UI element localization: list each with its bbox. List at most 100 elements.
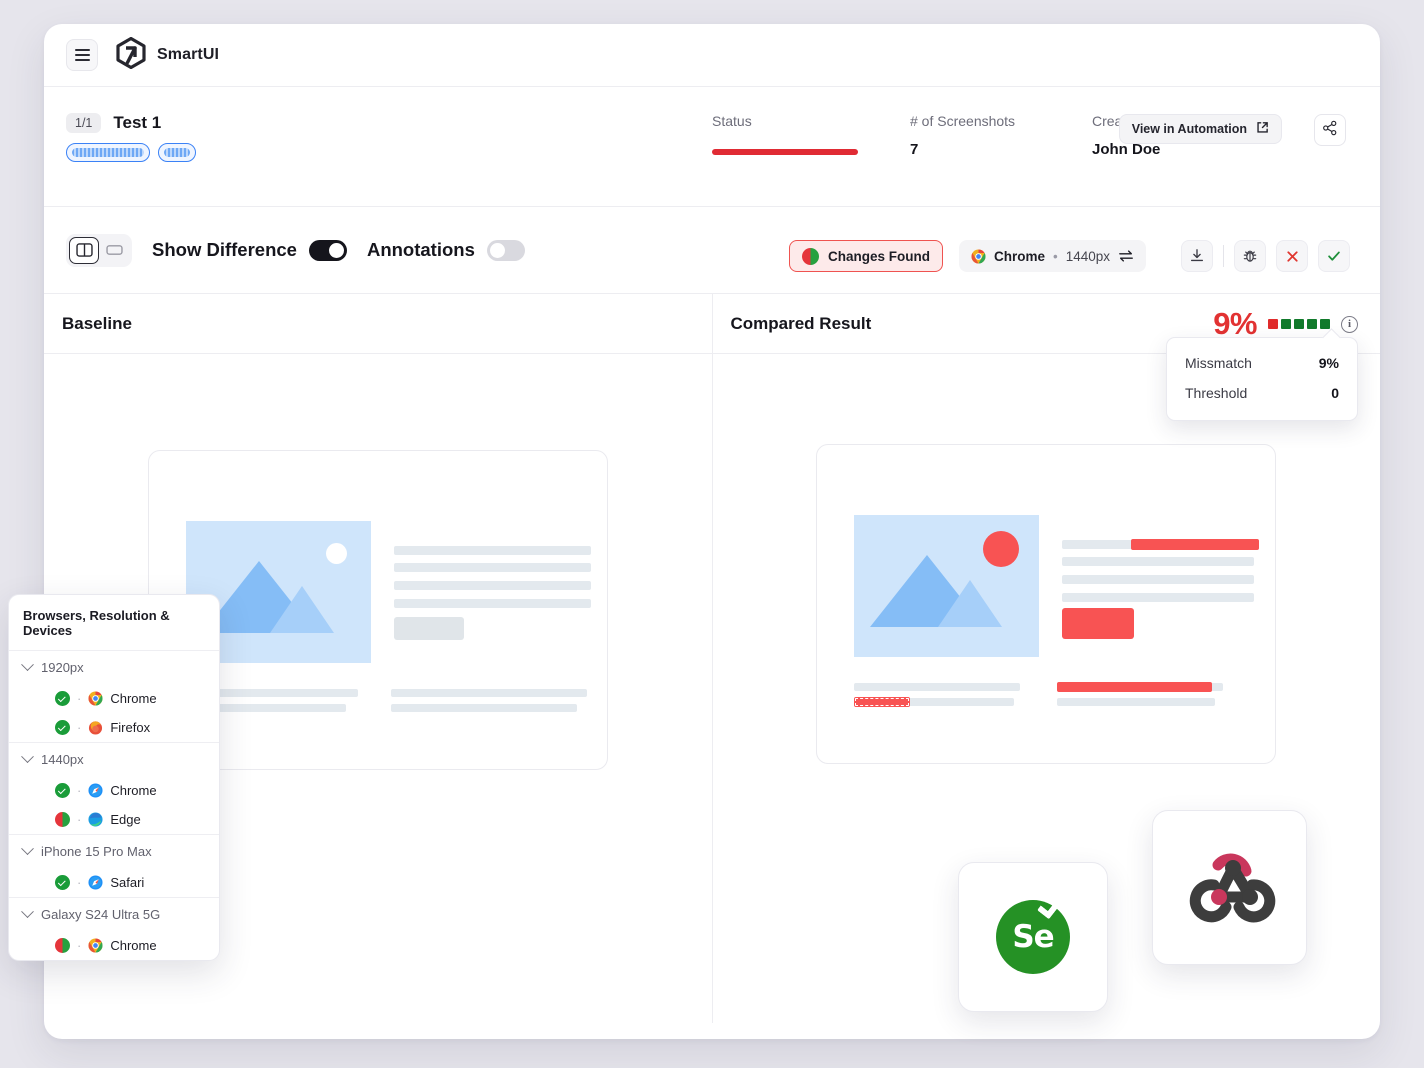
diff-highlight-footer: [854, 697, 911, 707]
info-icon[interactable]: i: [1341, 315, 1358, 333]
baseline-text-line: [393, 581, 591, 590]
browser-item-label: Chrome: [110, 938, 157, 953]
separator-dot: ·: [77, 691, 82, 706]
safari-icon: [88, 783, 103, 798]
redacted-tag-2[interactable]: [158, 143, 196, 162]
chevron-down-icon: [21, 658, 34, 672]
browser-resolution-select[interactable]: Chrome • 1440px: [958, 240, 1146, 272]
browser-group-label: 1920px: [41, 660, 84, 675]
redacted-tags: [66, 143, 666, 162]
browser-item-label: Safari: [110, 875, 145, 890]
compare-header-row: Baseline Compared Result 9% i Missmatch …: [44, 294, 1380, 421]
baseline-button-block: [393, 617, 464, 640]
browser-item[interactable]: · Chrome: [9, 931, 219, 960]
browser-item[interactable]: · Safari: [9, 868, 219, 897]
diff-highlight-footer: [1057, 682, 1213, 692]
mismatch-block: [1307, 319, 1317, 329]
mismatch-tooltip: Missmatch 9% Threshold 0: [1166, 337, 1358, 421]
browser-group-label: 1440px: [41, 752, 84, 767]
view-toolbar: Show Difference Annotations: [44, 207, 1380, 294]
browser-item-label: Chrome: [110, 691, 157, 706]
browser-group-header[interactable]: Galaxy S24 Ultra 5G: [9, 898, 219, 931]
separator-dot: ·: [77, 812, 82, 827]
separator-dot: ·: [77, 938, 82, 953]
status-pass-icon: [55, 875, 70, 890]
download-button[interactable]: [1181, 240, 1213, 272]
compared-footer-line: [1057, 698, 1216, 706]
selenium-logo-card[interactable]: Se: [958, 862, 1108, 1012]
browser-item-label: Firefox: [110, 720, 151, 735]
chevron-down-icon: [21, 750, 34, 764]
compared-text-line: [1062, 575, 1255, 584]
tooltip-mismatch-key: Missmatch: [1185, 355, 1252, 371]
baseline-text-line: [393, 563, 591, 572]
changes-found-badge[interactable]: Changes Found: [789, 240, 943, 272]
tooltip-threshold-value: 0: [1331, 385, 1339, 401]
selected-browser-label: Chrome: [993, 248, 1045, 264]
compared-screenshot[interactable]: [816, 444, 1277, 764]
bug-icon: [1243, 250, 1257, 262]
swap-arrows-icon: [1119, 250, 1133, 262]
selenium-logo-icon: Se: [996, 889, 1070, 974]
action-icon-buttons: [1181, 240, 1350, 272]
baseline-text-line: [393, 546, 591, 555]
chrome-icon: [88, 691, 103, 706]
view-mode-toggle: [66, 233, 132, 267]
show-difference-toggle[interactable]: [308, 239, 347, 261]
status-column: Status: [712, 113, 858, 155]
view-in-automation-button[interactable]: View in Automation: [1118, 114, 1282, 144]
hamburger-icon[interactable]: [66, 39, 98, 71]
browser-group-header[interactable]: 1440px: [9, 743, 219, 776]
share-icon: [1322, 120, 1338, 141]
browser-group-header[interactable]: iPhone 15 Pro Max: [9, 835, 219, 868]
browser-group: Galaxy S24 Ultra 5G · Chrome: [9, 898, 219, 960]
browser-item-label: Edge: [110, 812, 141, 827]
browser-group-header[interactable]: 1920px: [9, 651, 219, 684]
browser-item-label: Chrome: [110, 783, 157, 798]
selected-resolution-label: 1440px: [1065, 248, 1110, 264]
browser-group: 1920px · Chrome · Firefox: [9, 651, 219, 743]
selenium-logo-label: Se: [1012, 919, 1054, 955]
browser-group-label: Galaxy S24 Ultra 5G: [41, 907, 161, 922]
test-block: 1/1 Test 1: [66, 113, 666, 162]
chevron-down-icon: [21, 842, 34, 856]
browsers-panel: Browsers, Resolution & Devices 1920px · Ch…: [8, 594, 220, 961]
chevron-down-icon: [21, 905, 34, 919]
approve-button[interactable]: [1318, 240, 1350, 272]
reject-button[interactable]: [1276, 240, 1308, 272]
status-bar: [712, 149, 858, 155]
share-button[interactable]: [1314, 114, 1346, 146]
browsers-panel-groups: 1920px · Chrome · Firefox 1440px · Chrome · Edge i…: [9, 651, 219, 960]
sun-icon-diff: [983, 531, 1020, 567]
view-in-automation-label: View in Automation: [1131, 122, 1247, 136]
baseline-footer-line: [390, 704, 577, 712]
mismatch-block: [1281, 319, 1291, 329]
edge-icon: [88, 812, 103, 827]
webhook-logo-card[interactable]: [1152, 810, 1307, 965]
status-pass-icon: [55, 783, 70, 798]
meta-row: 1/1 Test 1 Status # of Screenshots 7 Cre…: [44, 87, 1380, 207]
mismatch-blocks: [1268, 319, 1330, 329]
single-view-icon[interactable]: [99, 237, 129, 264]
chrome-icon: [971, 248, 986, 264]
firefox-icon: [89, 721, 103, 735]
browser-item[interactable]: · Chrome: [9, 776, 219, 805]
brand[interactable]: SmartUI: [116, 36, 220, 74]
close-x-icon: [1286, 250, 1298, 262]
separator-dot: ·: [77, 875, 82, 890]
browser-item[interactable]: · Chrome: [9, 684, 219, 713]
compared-text-line: [1062, 593, 1255, 602]
brand-name: SmartUI: [157, 46, 220, 63]
mismatch-block: [1294, 319, 1304, 329]
browser-item[interactable]: · Firefox: [9, 713, 219, 742]
report-bug-button[interactable]: [1234, 240, 1266, 272]
browser-item[interactable]: · Edge: [9, 805, 219, 834]
page-title: Test 1: [113, 113, 162, 132]
status-pass-icon: [55, 720, 70, 735]
annotations-toggle[interactable]: [486, 239, 525, 261]
baseline-text-line: [393, 599, 591, 608]
redacted-tag-1[interactable]: [66, 143, 150, 162]
mountain-small-icon: [269, 586, 334, 633]
download-icon: [1191, 249, 1203, 262]
split-view-icon[interactable]: [69, 236, 99, 264]
